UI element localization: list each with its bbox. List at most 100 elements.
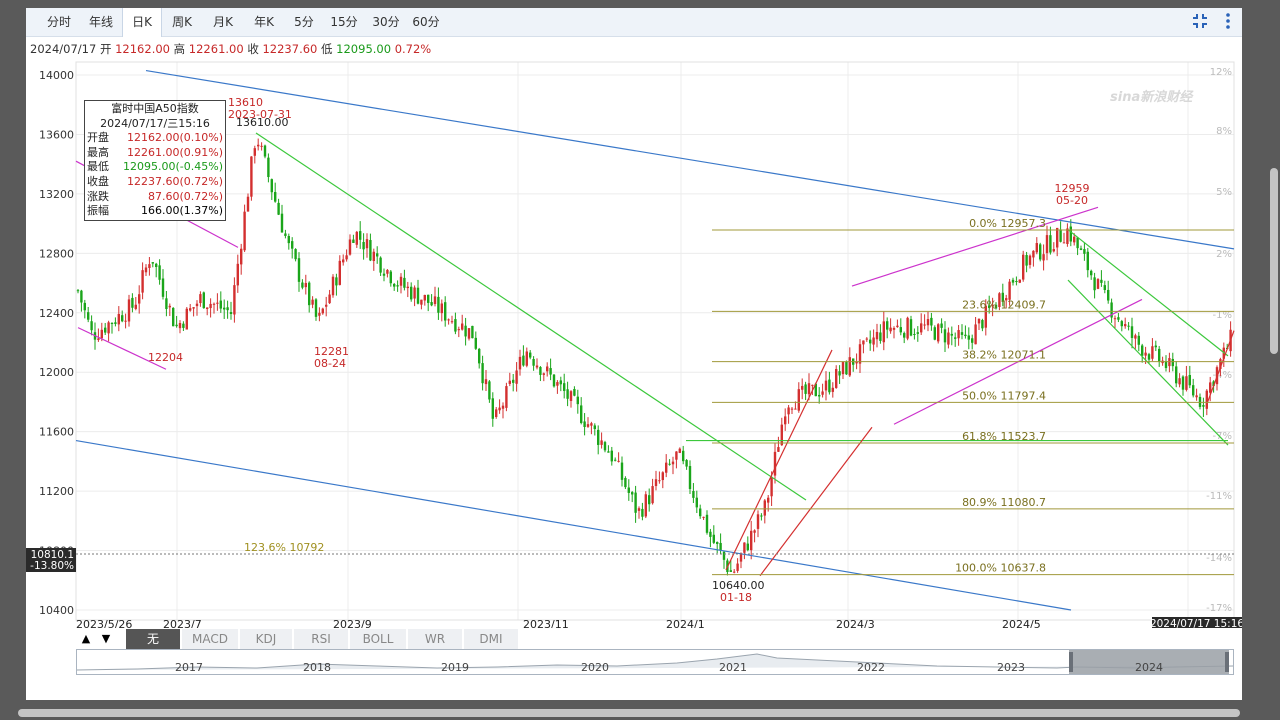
candle-body bbox=[277, 202, 280, 215]
tooltip-row: 涨跌 87.60(0.72%) bbox=[87, 190, 223, 205]
channel-line-lower bbox=[75, 439, 1072, 611]
zoom-out-button[interactable]: ▼ bbox=[96, 629, 116, 649]
candle-body bbox=[1086, 251, 1089, 271]
tooltip-value: 166.00(1.37%) bbox=[140, 204, 223, 218]
tooltip-row: 最低 12095.00(-0.45%) bbox=[87, 160, 223, 175]
candle-body bbox=[610, 450, 613, 462]
indicator-none[interactable]: 无 bbox=[126, 629, 180, 649]
candle-body bbox=[518, 356, 522, 370]
y-tick-label: 12400 bbox=[39, 307, 74, 320]
candle-body bbox=[977, 318, 981, 324]
overview-year: 2019 bbox=[441, 661, 469, 674]
candle-body bbox=[267, 157, 270, 178]
red-channel-upper bbox=[725, 349, 833, 571]
overview-right-handle[interactable] bbox=[1225, 652, 1229, 672]
candle-body bbox=[1127, 325, 1130, 327]
candle-body bbox=[195, 303, 199, 307]
candle-body bbox=[1090, 270, 1093, 276]
candle-body bbox=[886, 321, 889, 330]
candle-body bbox=[505, 386, 508, 408]
pct-tick-label: 12% bbox=[1210, 67, 1232, 78]
candle-body bbox=[835, 369, 838, 388]
overview-left-handle[interactable] bbox=[1069, 652, 1073, 672]
candle-body bbox=[76, 290, 80, 292]
range-overview[interactable]: 2017 2018 2019 2020 2021 2022 2023 2024 bbox=[76, 649, 1234, 675]
candle-body bbox=[151, 262, 154, 264]
x-tick-label: 2023/5/26 bbox=[76, 618, 132, 628]
candle-body bbox=[913, 333, 916, 335]
candle-body bbox=[818, 394, 821, 397]
vertical-scrollbar[interactable] bbox=[1270, 168, 1278, 354]
candle-body bbox=[413, 287, 416, 299]
candle-body bbox=[250, 156, 253, 197]
fib-extension-label: 123.6% 10792 bbox=[244, 541, 324, 554]
candle-body bbox=[233, 285, 236, 315]
candle-body bbox=[889, 327, 892, 332]
candle-body bbox=[923, 324, 926, 326]
indicator-wr[interactable]: WR bbox=[408, 629, 462, 649]
candle-body bbox=[495, 409, 498, 418]
candle-body bbox=[1025, 255, 1028, 266]
candle-body bbox=[423, 294, 426, 301]
tooltip-key: 涨跌 bbox=[87, 189, 109, 203]
candle-body bbox=[1192, 385, 1195, 396]
candle-body bbox=[331, 276, 335, 296]
candle-body bbox=[1096, 279, 1100, 289]
y-tick-label: 10400 bbox=[39, 604, 74, 617]
fib-level-label: 61.8% 11523.7 bbox=[962, 430, 1046, 443]
candle-body bbox=[352, 239, 355, 243]
candle-body bbox=[709, 531, 712, 537]
y-tick-label: 13200 bbox=[39, 188, 74, 201]
candle-body bbox=[338, 260, 341, 285]
candle-body bbox=[552, 374, 556, 387]
indicator-boll[interactable]: BOLL bbox=[350, 629, 406, 649]
candle-body bbox=[556, 382, 559, 386]
candle-body bbox=[940, 323, 943, 328]
pct-tick-label: 5% bbox=[1216, 187, 1232, 198]
candle-body bbox=[746, 543, 749, 551]
candle-body bbox=[467, 328, 471, 339]
candle-body bbox=[348, 239, 352, 255]
candle-body bbox=[270, 179, 273, 193]
candle-body bbox=[512, 379, 515, 383]
candle-body bbox=[110, 323, 114, 325]
candle-body bbox=[695, 497, 698, 508]
candle-body bbox=[780, 424, 783, 446]
candle-body bbox=[287, 235, 290, 244]
candle-body bbox=[1185, 376, 1188, 390]
indicator-macd[interactable]: MACD bbox=[182, 629, 238, 649]
candle-body bbox=[406, 286, 409, 289]
candle-body bbox=[386, 269, 389, 274]
candle-body bbox=[926, 319, 930, 326]
candle-body bbox=[879, 332, 882, 341]
overview-year: 2017 bbox=[175, 661, 203, 674]
candle-body bbox=[444, 302, 447, 321]
candle-body bbox=[1011, 279, 1015, 283]
candle-body bbox=[1141, 345, 1144, 356]
candle-body bbox=[168, 305, 171, 308]
candle-body bbox=[1093, 277, 1096, 291]
x-tick-label: 2023/11 bbox=[523, 618, 569, 628]
candle-body bbox=[1188, 374, 1191, 386]
zoom-in-button[interactable]: ▲ bbox=[76, 629, 96, 649]
candle-body bbox=[1103, 285, 1106, 291]
candle-body bbox=[1181, 376, 1185, 390]
candle-body bbox=[304, 283, 307, 288]
candle-body bbox=[875, 331, 879, 340]
channel-green-upper bbox=[1067, 229, 1229, 357]
candle-body bbox=[784, 416, 787, 425]
indicator-kdj[interactable]: KDJ bbox=[240, 629, 292, 649]
indicator-dmi[interactable]: DMI bbox=[464, 629, 518, 649]
candle-body bbox=[954, 337, 957, 339]
candle-body bbox=[80, 290, 83, 303]
candle-body bbox=[753, 530, 756, 533]
candle-body bbox=[284, 233, 287, 236]
candle-body bbox=[668, 463, 671, 465]
candle-body bbox=[692, 491, 695, 498]
horizontal-scrollbar[interactable] bbox=[18, 709, 1240, 717]
candle-body bbox=[437, 296, 440, 313]
candle-body bbox=[644, 494, 647, 517]
candle-body bbox=[1124, 324, 1127, 327]
indicator-rsi[interactable]: RSI bbox=[294, 629, 348, 649]
candle-body bbox=[515, 370, 518, 384]
